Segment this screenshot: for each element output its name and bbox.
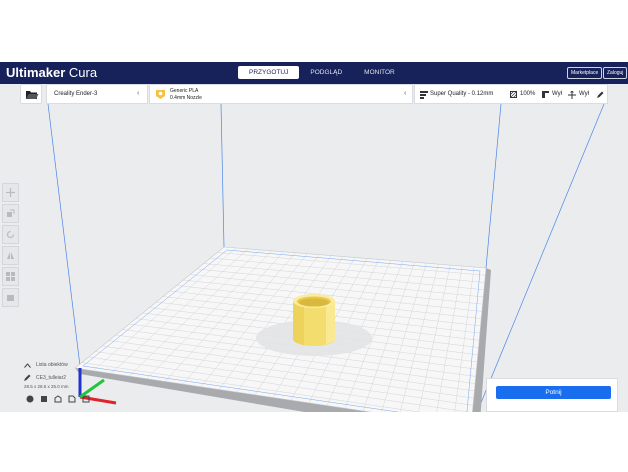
quality-label: Super Quality - 0.12mm xyxy=(430,91,494,97)
chevron-left-icon: ‹ xyxy=(137,90,140,97)
toolbar: Creality Ender-3 ‹ Generic PLA 0.4mm Noz… xyxy=(0,84,628,104)
logo-brand: Ultimaker xyxy=(6,65,66,80)
model-cylinder[interactable] xyxy=(293,294,335,346)
view-3d-icon[interactable] xyxy=(26,395,34,403)
view-right-icon[interactable] xyxy=(82,395,90,403)
object-name: CE3_tulleiar2 xyxy=(36,374,67,381)
mirror-tool-button[interactable] xyxy=(2,246,19,265)
mirror-icon xyxy=(7,252,14,259)
support-value: Wył xyxy=(552,91,562,97)
rotate-icon xyxy=(6,230,15,239)
logo-product: Cura xyxy=(68,65,98,80)
scale-tool-button[interactable] xyxy=(2,204,19,223)
adhesion-icon xyxy=(568,91,576,99)
printer-name: Creality Ender-3 xyxy=(54,91,98,97)
rotate-tool-button[interactable] xyxy=(2,225,19,244)
stage-tabs: PRZYGOTUJ PODGLĄD MONITOR xyxy=(238,66,406,79)
pencil-icon[interactable] xyxy=(24,374,31,381)
pencil-icon xyxy=(597,91,604,98)
nozzle-name: 0.4mm Nozzle xyxy=(170,95,202,101)
app-logo: Ultimaker Cura xyxy=(6,65,97,80)
printer-selector[interactable]: Creality Ender-3 ‹ xyxy=(46,84,148,104)
material-selector[interactable]: Generic PLA 0.4mm Nozzle ‹ xyxy=(149,84,413,104)
adhesion-value: Wył xyxy=(579,91,589,97)
chevron-left-icon: ‹ xyxy=(404,90,407,97)
tab-prepare[interactable]: PRZYGOTUJ xyxy=(238,66,300,79)
slice-button[interactable]: Potnij xyxy=(496,386,611,399)
view-top-icon[interactable] xyxy=(54,395,62,403)
support-blocker-icon xyxy=(7,295,14,301)
infill-icon xyxy=(510,91,517,98)
support-icon xyxy=(542,91,549,98)
quality-icon xyxy=(420,91,428,99)
header-bar: Ultimaker Cura PRZYGOTUJ PODGLĄD MONITOR… xyxy=(0,62,628,84)
marketplace-button[interactable]: Marketplace xyxy=(567,67,603,79)
view-left-icon[interactable] xyxy=(68,395,76,403)
chevron-up-icon[interactable] xyxy=(24,362,31,368)
move-icon xyxy=(6,188,15,197)
move-tool-button[interactable] xyxy=(2,183,19,202)
login-button[interactable]: Zaloguj xyxy=(603,67,628,79)
infill-value: 100% xyxy=(520,91,536,97)
tab-monitor[interactable]: MONITOR xyxy=(353,66,406,79)
slice-panel: Potnij xyxy=(486,378,618,412)
material-name: Generic PLA xyxy=(170,88,199,94)
object-list-label[interactable]: Lista obiektów xyxy=(36,362,68,368)
scale-icon xyxy=(7,209,15,217)
open-file-button[interactable] xyxy=(20,84,42,104)
print-settings-selector[interactable]: Super Quality - 0.12mm 100% Wył Wył xyxy=(414,84,608,104)
object-info-panel: Lista obiektów CE3_tulleiar2 28.5 x 28.5… xyxy=(24,362,144,403)
support-blocker-button[interactable] xyxy=(2,288,19,307)
view-front-icon[interactable] xyxy=(40,395,48,403)
per-model-settings-button[interactable] xyxy=(2,267,19,286)
cura-window: Ultimaker Cura PRZYGOTUJ PODGLĄD MONITOR… xyxy=(0,62,628,412)
extruder-icon xyxy=(156,90,165,99)
grid-settings-icon xyxy=(6,272,15,281)
folder-icon xyxy=(26,91,39,99)
object-dimensions: 28.5 x 28.5 x 25.0 mm xyxy=(24,384,69,389)
tool-sidebar xyxy=(2,183,19,309)
tab-preview[interactable]: PODGLĄD xyxy=(299,66,353,79)
